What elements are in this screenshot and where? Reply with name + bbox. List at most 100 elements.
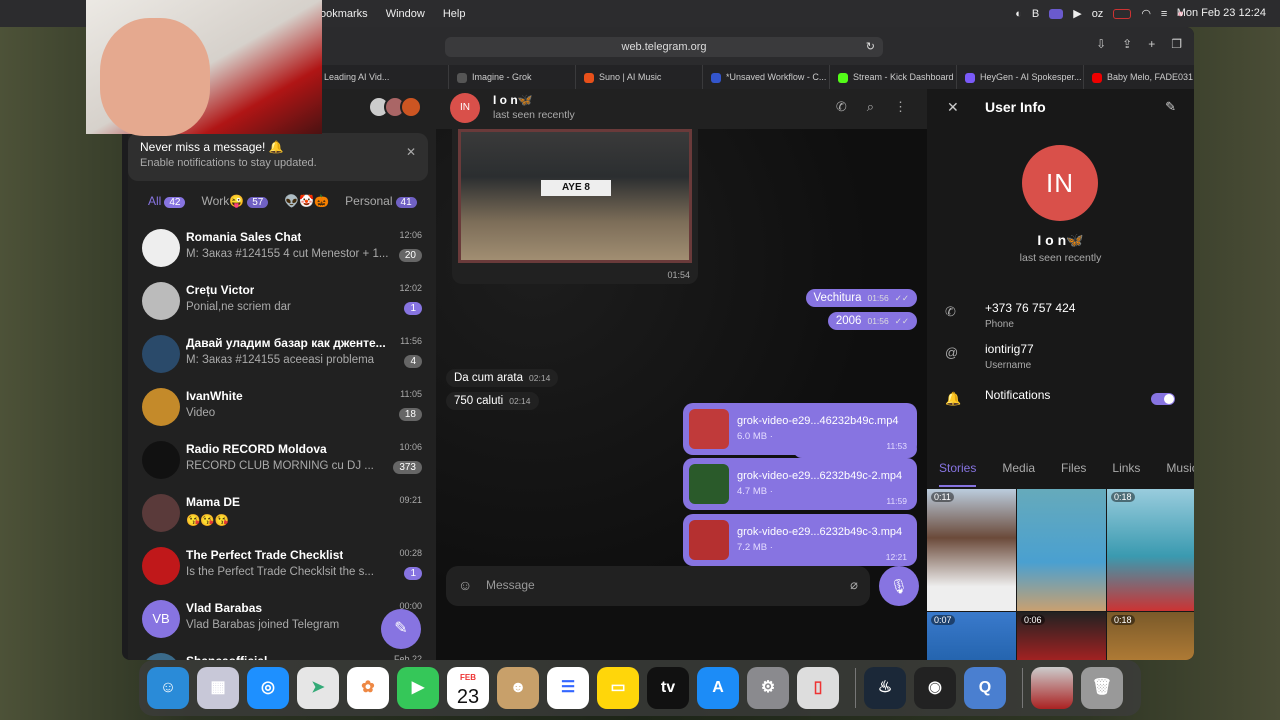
new-tab-icon[interactable]: + bbox=[1148, 37, 1155, 51]
quicktime-icon[interactable]: Q bbox=[964, 667, 1006, 709]
chat-item[interactable]: Mama DE 09:21 😘😘😘 bbox=[128, 486, 436, 539]
chat-title[interactable]: I o n🦋 bbox=[493, 93, 533, 107]
chat-item[interactable]: The Perfect Trade Checklist 00:28 Is the P… bbox=[128, 539, 436, 592]
chat-item[interactable]: Давай уладим базар как дженте... 11:56 M: … bbox=[128, 327, 436, 380]
appstore-icon[interactable]: A bbox=[697, 667, 739, 709]
story-thumb[interactable]: 0:18 bbox=[1107, 489, 1194, 611]
settings-icon[interactable]: ⚙ bbox=[747, 667, 789, 709]
story-thumb[interactable] bbox=[1017, 489, 1106, 611]
tab-7[interactable]: Baby Melo, FADE031 -... bbox=[1084, 65, 1194, 89]
search-icon[interactable]: ⌕ bbox=[867, 99, 874, 115]
photos-icon[interactable]: ✿ bbox=[347, 667, 389, 709]
screen-record-icon[interactable] bbox=[1049, 8, 1064, 19]
story-thumb[interactable]: 0:07 bbox=[927, 612, 1016, 660]
more-icon[interactable]: ⋮ bbox=[894, 99, 907, 115]
notes-icon[interactable]: ▭ bbox=[597, 667, 639, 709]
video-file-message[interactable]: grok-video-e29...6232b49c-2.mp4 4.7 MB · 1… bbox=[683, 458, 917, 510]
share-icon[interactable]: ⇪ bbox=[1122, 37, 1132, 51]
facetime-icon[interactable]: ▶ bbox=[397, 667, 439, 709]
reload-icon[interactable]: ↻ bbox=[866, 37, 875, 57]
contacts-icon[interactable]: ☻ bbox=[497, 667, 539, 709]
message-input[interactable]: Message bbox=[486, 578, 535, 592]
message-bubble[interactable]: 2006 01:56 ✓✓ bbox=[827, 312, 917, 330]
close-icon[interactable]: ✕ bbox=[947, 99, 959, 116]
emoji-icon[interactable]: ☺ bbox=[458, 577, 472, 593]
safari-icon[interactable]: ◎ bbox=[247, 667, 289, 709]
notification-banner[interactable]: Never miss a message! 🔔 Enable notificat… bbox=[128, 133, 428, 181]
maps-icon[interactable]: ➤ bbox=[297, 667, 339, 709]
launchpad-icon[interactable]: ▦ bbox=[197, 667, 239, 709]
notifications-toggle[interactable] bbox=[1151, 393, 1175, 405]
address-bar[interactable]: web.telegram.org ↻ bbox=[445, 37, 883, 57]
obs-icon[interactable]: ◉ bbox=[914, 667, 956, 709]
menu-window[interactable]: Window bbox=[386, 8, 425, 20]
tab-music[interactable]: Music bbox=[1166, 461, 1194, 489]
story-thumb[interactable]: 0:18 bbox=[1107, 612, 1194, 660]
video-thumbnail[interactable] bbox=[689, 520, 729, 560]
tab-media[interactable]: Media bbox=[1002, 461, 1035, 489]
download-icon[interactable]: ⇩ bbox=[1096, 37, 1106, 51]
story-thumb[interactable]: 0:06 bbox=[1017, 612, 1106, 660]
username-row[interactable]: @ iontirig77 Username bbox=[945, 342, 1175, 382]
tab-stories[interactable]: Stories bbox=[939, 461, 977, 487]
reminders-icon[interactable]: ☰ bbox=[547, 667, 589, 709]
appletv-icon[interactable]: tv bbox=[647, 667, 689, 709]
message-bubble[interactable]: 750 caluti 02:14 bbox=[446, 392, 539, 410]
video-file-message[interactable]: grok-video-e29...6232b49c-3.mp4 7.2 MB · 1… bbox=[683, 514, 917, 566]
chat-item[interactable]: IvanWhite 11:05 Video 18 bbox=[128, 380, 436, 433]
video-file-message[interactable]: grok-video-e29...46232b49c.mp4 6.0 MB · 11… bbox=[683, 403, 917, 455]
tab-links[interactable]: Links bbox=[1112, 461, 1140, 489]
folder-personal[interactable]: Personal 41 bbox=[345, 194, 417, 208]
clock[interactable]: Mon Feb 23 12:24 bbox=[1177, 7, 1266, 19]
finder-icon[interactable]: ☺ bbox=[147, 667, 189, 709]
photo-message[interactable]: AYE 8 01:54 bbox=[452, 129, 698, 284]
video-thumbnail[interactable] bbox=[689, 409, 729, 449]
message-bubble[interactable]: Vechitura 01:56 ✓✓ bbox=[805, 289, 917, 307]
trash-icon[interactable]: 🗑 bbox=[1081, 667, 1123, 709]
profile-avatar[interactable]: IN bbox=[1022, 145, 1098, 221]
play-icon[interactable]: ▶ bbox=[1073, 7, 1081, 20]
microphone-button[interactable]: 🎙 bbox=[879, 566, 919, 606]
chat-avatar[interactable]: IN bbox=[450, 93, 480, 123]
chat-item[interactable]: Crețu Victor 12:02 Ponial,ne scriem dar 1 bbox=[128, 274, 436, 327]
close-icon[interactable]: ✕ bbox=[406, 145, 416, 159]
calendar-icon[interactable]: FEB 23 bbox=[447, 667, 489, 709]
phone-icon[interactable]: ✆ bbox=[836, 99, 847, 115]
tab-overview-icon[interactable]: ❐ bbox=[1171, 37, 1182, 51]
folder-work[interactable]: Work😜 57 bbox=[201, 194, 269, 208]
compose-pencil-button[interactable]: ✎ bbox=[381, 609, 421, 649]
status-icon-2[interactable]: B bbox=[1032, 8, 1039, 20]
status-icon-1[interactable]: ◐ bbox=[1015, 8, 1022, 20]
tab-6[interactable]: HeyGen - AI Spokesper... bbox=[957, 65, 1084, 89]
chat-item[interactable]: Romania Sales Chat 12:06 M: Заказ #124155 … bbox=[128, 221, 436, 274]
car-photo[interactable]: AYE 8 bbox=[458, 129, 692, 263]
attach-icon[interactable]: ⌀ bbox=[850, 577, 858, 593]
message-composer[interactable]: ☺ Message ⌀ bbox=[446, 566, 870, 606]
tab-4[interactable]: *Unsaved Workflow - C... bbox=[703, 65, 830, 89]
iphone-mirroring-icon[interactable]: ▯ bbox=[797, 667, 839, 709]
chat-item[interactable]: Radio RECORD Moldova 10:06 RECORD CLUB MOR… bbox=[128, 433, 436, 486]
menu-help[interactable]: Help bbox=[443, 8, 466, 20]
control-center-icon[interactable]: ≡ bbox=[1161, 8, 1167, 20]
folder-all[interactable]: All 42 bbox=[148, 194, 186, 208]
tab-2[interactable]: Imagine - Grok bbox=[449, 65, 576, 89]
message-bubble[interactable]: Da cum arata 02:14 bbox=[446, 369, 559, 387]
tab-3[interactable]: Suno | AI Music bbox=[576, 65, 703, 89]
notifications-row[interactable]: 🔔 Notifications bbox=[945, 388, 1175, 428]
video-thumbnail[interactable] bbox=[689, 464, 729, 504]
oz-icon[interactable]: oz bbox=[1092, 8, 1104, 20]
phone-row[interactable]: ✆ +373 76 757 424 Phone bbox=[945, 301, 1175, 341]
edit-pencil-icon[interactable]: ✎ bbox=[1165, 99, 1176, 115]
tab-files[interactable]: Files bbox=[1061, 461, 1086, 489]
story-thumb[interactable]: 0:11 bbox=[927, 489, 1016, 611]
battery-icon[interactable] bbox=[1113, 8, 1132, 19]
folder-emoji[interactable]: 👽🤡🎃 bbox=[284, 194, 329, 208]
menu-bookmarks[interactable]: ookmarks bbox=[320, 8, 368, 20]
wifi-icon[interactable]: ◠ bbox=[1141, 7, 1151, 20]
stories-avatars[interactable] bbox=[368, 96, 422, 118]
steam-icon[interactable]: ♨ bbox=[864, 667, 906, 709]
recent-file-icon[interactable] bbox=[1031, 667, 1073, 709]
chat-item[interactable]: ShancaofficialFeb 22 bbox=[128, 645, 436, 660]
tab-5[interactable]: Stream - Kick Dashboard bbox=[830, 65, 957, 89]
chat-sidebar: Never miss a message! 🔔 Enable notificat… bbox=[128, 89, 436, 660]
